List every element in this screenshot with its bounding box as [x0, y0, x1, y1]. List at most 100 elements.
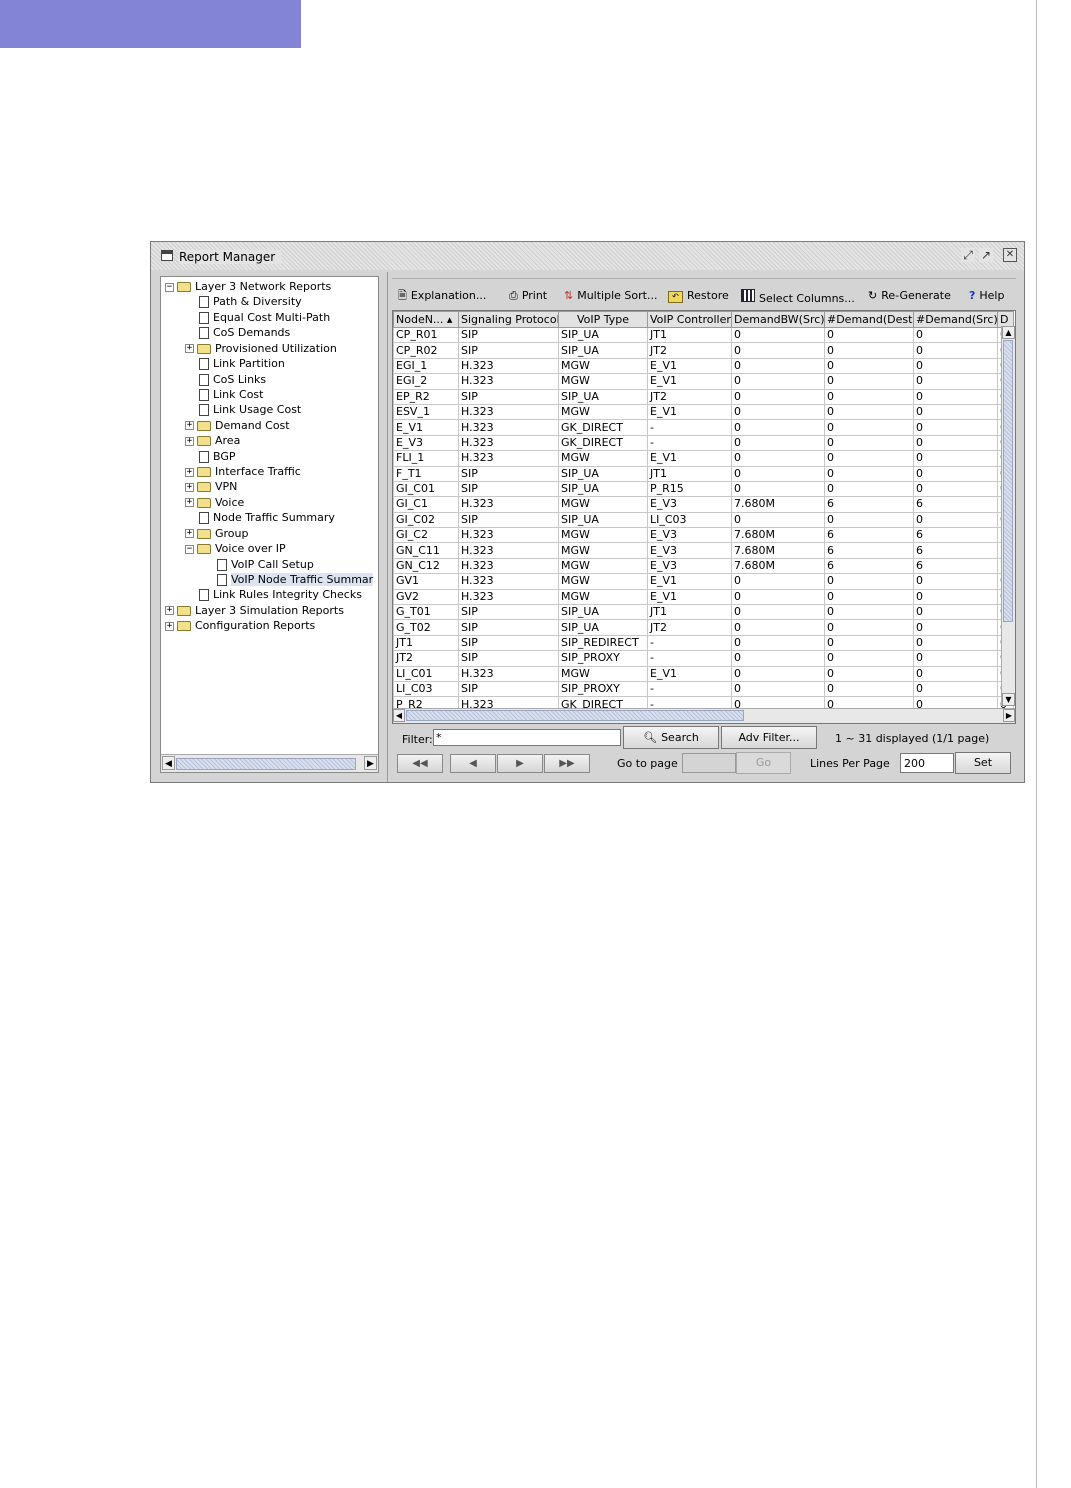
expand-icon[interactable]: + — [185, 421, 194, 431]
table-row[interactable]: GI_C2H.323MGWE_V37.680M667 — [393, 527, 1014, 544]
column-header[interactable]: VoIP Controller — [647, 311, 732, 328]
expand-icon[interactable]: + — [165, 621, 174, 631]
previous-page-button[interactable]: ◀ — [450, 754, 496, 773]
window-titlebar[interactable]: Report Manager ⤢ ↗ ✕ — [151, 242, 1024, 270]
horizontal-scroll-thumb[interactable] — [406, 710, 744, 721]
table-row[interactable]: G_T02SIPSIP_UAJT20000 — [393, 619, 1014, 636]
expand-icon[interactable]: + — [185, 529, 194, 539]
search-button[interactable]: 🔍︎ Search — [623, 726, 719, 749]
tree-item[interactable]: VoIP Call Setup — [215, 557, 314, 572]
table-row[interactable]: GV1H.323MGWE_V10000 — [393, 573, 1014, 590]
select-columns-button[interactable]: Select Columns... — [741, 289, 855, 305]
restore-window-icon[interactable]: ⤢ — [961, 248, 975, 262]
scroll-thumb[interactable] — [176, 758, 356, 770]
tree-item[interactable]: CoS Demands — [197, 325, 290, 340]
table-row[interactable]: GN_C12H.323MGWE_V37.680M667 — [393, 557, 1014, 575]
column-header[interactable]: VoIP Type — [558, 311, 648, 328]
column-header[interactable]: #Demand(Src) — [913, 311, 998, 328]
last-page-button[interactable]: ▶▶ — [544, 754, 590, 773]
table-row[interactable]: ESV_1H.323MGWE_V10000 — [393, 403, 1014, 421]
table-row[interactable]: F_T1SIPSIP_UAJT10000 — [393, 465, 1014, 482]
table-row[interactable]: CP_R01SIPSIP_UAJT10000 — [393, 326, 1014, 344]
go-button[interactable]: Go — [736, 752, 791, 774]
scroll-up-icon[interactable]: ▲ — [1002, 326, 1015, 339]
explanation-button[interactable]: 🗎 Explanation... — [398, 289, 486, 303]
scroll-down-icon[interactable]: ▼ — [1002, 693, 1015, 706]
tree-item[interactable]: Node Traffic Summary — [197, 510, 335, 525]
table-cell: 0 — [913, 680, 998, 698]
table-row[interactable]: E_V3H.323GK_DIRECT-0000 — [393, 434, 1014, 452]
tree-item[interactable]: + Interface Traffic — [185, 464, 301, 479]
tree-item[interactable]: + VPN — [185, 479, 237, 494]
table-vertical-scrollbar[interactable]: ▲ ▼ — [1001, 326, 1015, 706]
adv-filter-button[interactable]: Adv Filter... — [721, 726, 817, 749]
scroll-left-icon[interactable]: ◀ — [393, 709, 405, 722]
tree-item[interactable]: Link Usage Cost — [197, 402, 301, 417]
tree-item[interactable]: + Demand Cost — [185, 418, 290, 433]
column-header[interactable]: DemandBW(Src) — [731, 311, 825, 328]
expand-icon[interactable]: + — [185, 344, 194, 354]
tree-item[interactable]: Equal Cost Multi-Path — [197, 310, 330, 325]
tree-item[interactable]: Link Cost — [197, 387, 263, 402]
tree-item[interactable]: VoIP Node Traffic Summar — [215, 572, 374, 587]
tree-item[interactable]: − Layer 3 Network Reports — [165, 279, 331, 294]
tree-item[interactable]: BGP — [197, 449, 236, 464]
tree-horizontal-scrollbar[interactable]: ◀ ▶ — [161, 754, 378, 772]
column-header[interactable]: #Demand(Dest) — [824, 311, 914, 328]
expand-icon[interactable]: + — [165, 606, 174, 616]
tree-item[interactable]: Link Partition — [197, 356, 285, 371]
table-row[interactable]: JT2SIPSIP_PROXY-0000 — [393, 650, 1014, 667]
lines-per-page-input[interactable] — [900, 753, 954, 773]
restore-button[interactable]: ↶ Restore — [668, 289, 729, 303]
table-row[interactable]: FLI_1H.323MGWE_V10000 — [393, 450, 1014, 467]
tree-item[interactable]: CoS Links — [197, 372, 266, 387]
tree-item[interactable]: + Configuration Reports — [165, 618, 315, 633]
maximize-window-icon[interactable]: ↗ — [979, 248, 993, 262]
column-header[interactable]: Signaling Protocol — [458, 311, 559, 328]
print-button[interactable]: ⎙ Print — [509, 289, 547, 303]
tree-item[interactable]: + Provisioned Utilization — [185, 341, 337, 356]
vertical-scroll-thumb[interactable] — [1003, 340, 1013, 622]
table-row[interactable]: EGI_1H.323MGWE_V10000 — [393, 357, 1014, 375]
expand-icon[interactable]: + — [185, 482, 194, 492]
column-header[interactable]: NodeN... ▴ — [393, 311, 459, 328]
filter-input[interactable] — [433, 729, 621, 746]
expand-icon[interactable]: + — [185, 467, 194, 477]
close-window-icon[interactable]: ✕ — [1003, 248, 1017, 262]
collapse-icon[interactable]: − — [165, 282, 174, 292]
expand-icon[interactable]: + — [185, 498, 194, 508]
multiple-sort-button[interactable]: ⇅ Multiple Sort... — [564, 289, 657, 303]
table-row[interactable]: GN_C11H.323MGWE_V37.680M667 — [393, 542, 1014, 559]
table-horizontal-scrollbar[interactable]: ◀ ▶ — [393, 708, 1015, 723]
table-row[interactable]: GI_C1H.323MGWE_V37.680M667 — [393, 496, 1014, 513]
tree-item[interactable]: + Area — [185, 433, 240, 448]
table-row[interactable]: EGI_2H.323MGWE_V10000 — [393, 373, 1014, 390]
tree-item[interactable]: + Voice — [185, 495, 244, 510]
regenerate-button[interactable]: ↻ Re-Generate — [868, 289, 951, 303]
tree-item[interactable]: + Layer 3 Simulation Reports — [165, 603, 344, 618]
scroll-right-icon[interactable]: ▶ — [364, 756, 377, 770]
set-button[interactable]: Set — [955, 752, 1011, 774]
table-row[interactable]: JT1SIPSIP_REDIRECT-0000 — [393, 634, 1014, 652]
tree-item[interactable]: Link Rules Integrity Checks — [197, 587, 362, 602]
expand-icon[interactable]: + — [185, 436, 194, 446]
table-row[interactable]: GI_C01SIPSIP_UAP_R150000 — [393, 480, 1014, 498]
scroll-right-icon[interactable]: ▶ — [1003, 709, 1015, 722]
tree-item[interactable]: Path & Diversity — [197, 294, 302, 309]
table-row[interactable]: GV2H.323MGWE_V10000 — [393, 588, 1014, 606]
table-row[interactable]: CP_R02SIPSIP_UAJT20000 — [393, 342, 1014, 359]
table-row[interactable]: E_V1H.323GK_DIRECT-0000 — [393, 419, 1014, 436]
table-row[interactable]: EP_R2SIPSIP_UAJT20000 — [393, 388, 1014, 405]
table-row[interactable]: LI_C01H.323MGWE_V10000 — [393, 665, 1014, 682]
next-page-button[interactable]: ▶ — [497, 754, 543, 773]
tree-item[interactable]: − Voice over IP — [185, 541, 286, 556]
table-row[interactable]: LI_C03SIPSIP_PROXY-0000 — [393, 680, 1014, 698]
scroll-left-icon[interactable]: ◀ — [162, 756, 175, 770]
table-row[interactable]: G_T01SIPSIP_UAJT10000 — [393, 604, 1014, 621]
tree-item[interactable]: + Group — [185, 526, 249, 541]
goto-page-input[interactable] — [682, 753, 736, 773]
first-page-button[interactable]: ◀◀ — [397, 754, 443, 773]
table-row[interactable]: GI_C02SIPSIP_UALI_C030000 — [393, 511, 1014, 529]
help-button[interactable]: ? Help — [969, 289, 1004, 303]
collapse-icon[interactable]: − — [185, 544, 194, 554]
